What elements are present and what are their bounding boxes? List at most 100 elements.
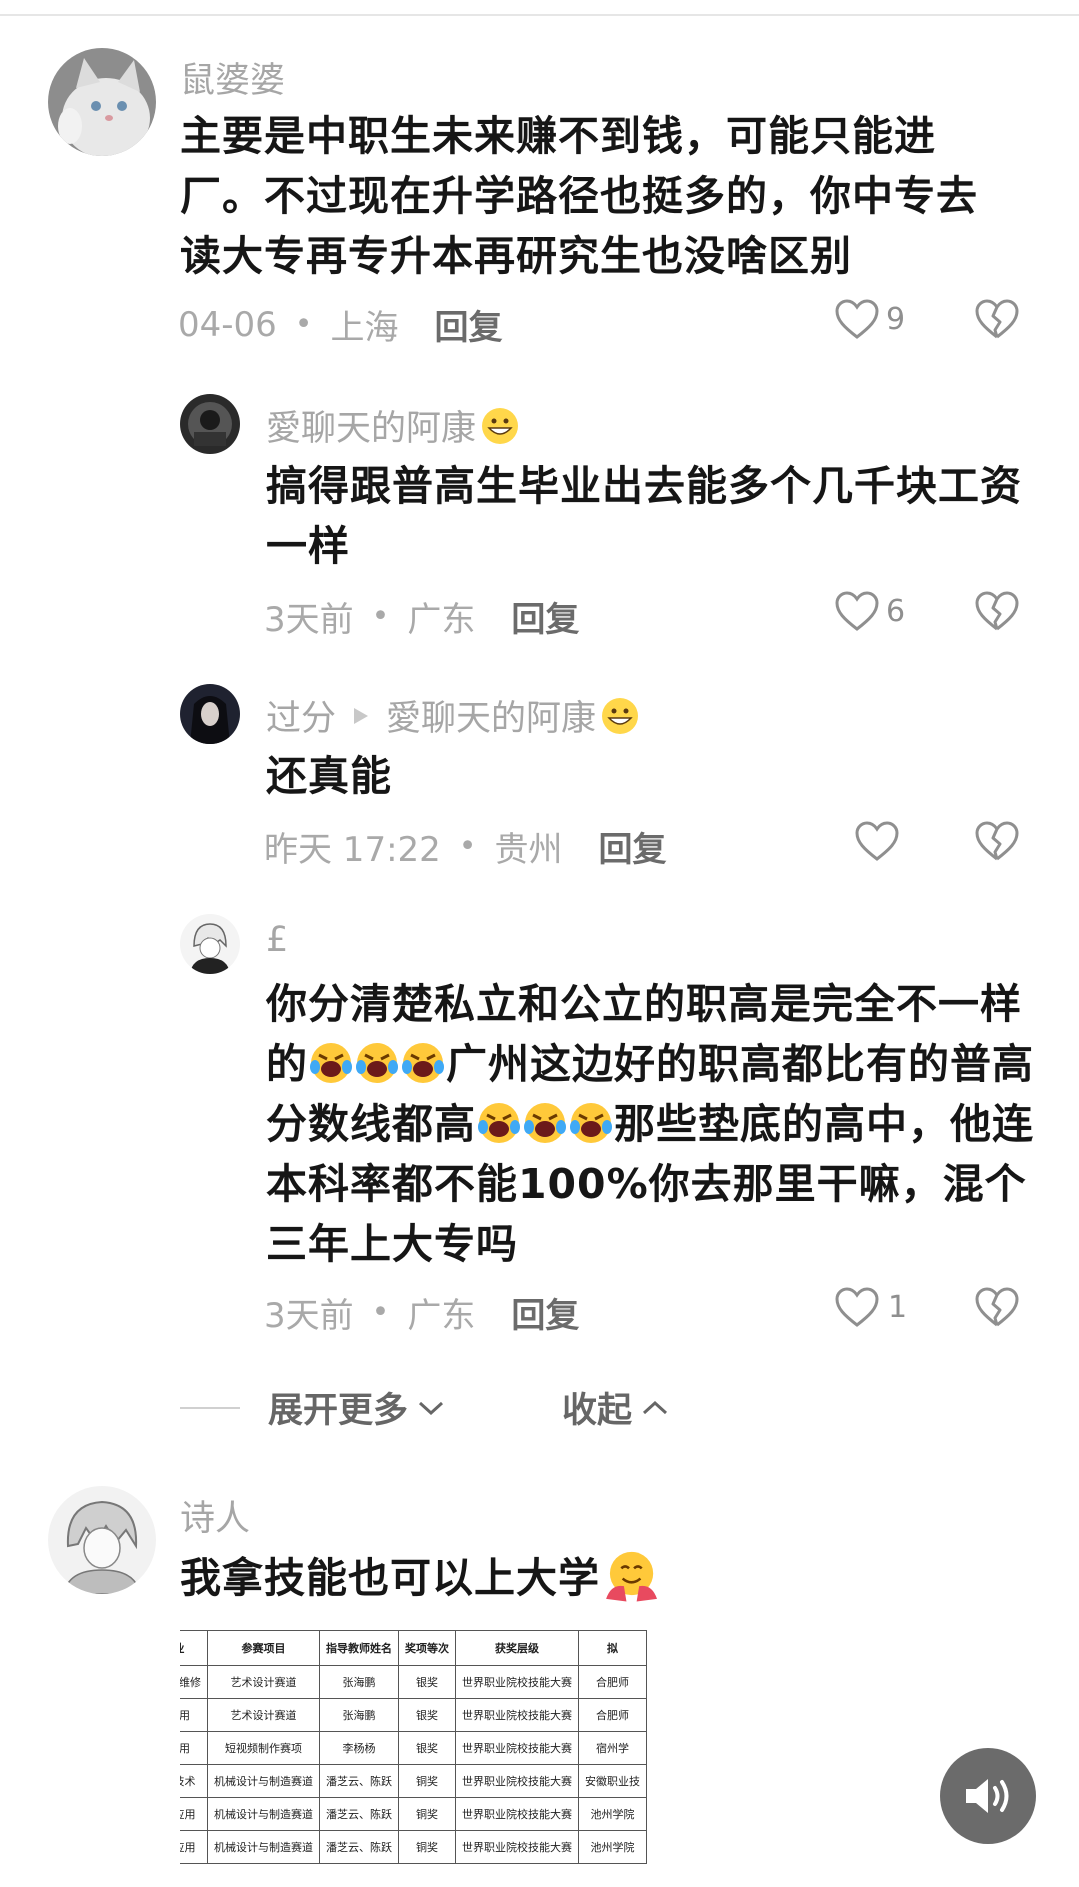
expand-divider (180, 1406, 240, 1409)
table-cell: 世界职业院校技能大赛 (455, 1764, 579, 1798)
comment-meta: 昨天 17:22 • 贵州 回复 (264, 822, 667, 871)
reply-arrow-icon (354, 707, 369, 724)
avatar-sketch[interactable] (180, 914, 240, 974)
reply-button[interactable]: 回复 (511, 592, 579, 641)
table-cell: 机械设计与制造赛道 (207, 1830, 320, 1864)
table-cell: 铜奖 (398, 1797, 456, 1831)
grin-emoji-icon (602, 697, 639, 734)
table-cell: 铜奖 (398, 1764, 456, 1798)
reply-button[interactable]: 回复 (435, 300, 503, 349)
table-cell: 术应用 (180, 1830, 208, 1864)
table-cell: 世界职业院校技能大赛 (455, 1731, 579, 1765)
comment-location: 上海 (330, 308, 399, 348)
like-button[interactable] (854, 820, 900, 862)
table-cell: 合肥师 (578, 1665, 647, 1699)
comment-text: 主要是中职生未来赚不到钱，可能只能进厂。不过现在升学路径也挺多的，你中专去读大专… (180, 112, 978, 280)
table-row: 用与维修艺术设计赛道张海鹏银奖世界职业院校技能大赛合肥师 (180, 1665, 647, 1699)
comment-meta: 3天前 • 广东 回复 (264, 592, 579, 641)
heart-icon (835, 1287, 879, 1327)
comment-location: 广东 (407, 600, 476, 640)
top-divider (0, 14, 1079, 16)
heart-icon (835, 591, 879, 631)
dislike-button[interactable] (974, 590, 1020, 632)
broken-heart-icon (975, 299, 1019, 339)
table-cell: 银奖 (398, 1731, 456, 1765)
reply-target-username[interactable]: 愛聊天的阿康 (386, 690, 596, 741)
table-cell: 用与维修 (180, 1665, 208, 1699)
chevron-down-icon (419, 1401, 444, 1415)
table-cell: 短视频制作赛项 (207, 1731, 320, 1765)
table-cell: 宿州学 (578, 1731, 647, 1765)
comment-location: 广东 (407, 1296, 476, 1336)
like-button[interactable]: 1 (834, 1286, 907, 1328)
comment-username[interactable]: 诗人 (180, 1490, 250, 1541)
table-cell: 世界职业院校技能大赛 (455, 1830, 579, 1864)
tears-of-joy-emoji-icon (478, 1103, 520, 1143)
speaker-icon (966, 1779, 1009, 1813)
table-cell: 张海鹏 (319, 1665, 399, 1699)
avatar-cat[interactable] (48, 48, 156, 156)
table-cell: 应用 (180, 1731, 208, 1765)
table-row: 术应用机械设计与制造赛道潘芝云、陈跃铜奖世界职业院校技能大赛池州学院 (180, 1797, 647, 1831)
table-cell: 艺术设计赛道 (207, 1698, 320, 1732)
table-cell: 铜奖 (398, 1830, 456, 1864)
table-cell: 潘芝云、陈跃 (319, 1830, 399, 1864)
comment-meta: 3天前 • 广东 回复 (264, 1288, 579, 1337)
chevron-up-icon (643, 1400, 668, 1414)
reply-button[interactable]: 回复 (511, 1288, 579, 1337)
like-button[interactable]: 9 (834, 298, 905, 340)
comment-text: 我拿技能也可以上大学 (180, 1548, 1000, 1608)
tears-of-joy-emoji-icon (570, 1103, 612, 1143)
comment-text: 还真能 (266, 752, 392, 800)
table-cell: 机械设计与制造赛道 (207, 1764, 320, 1798)
heart-icon (835, 299, 879, 339)
broken-heart-icon (975, 1287, 1019, 1327)
broken-heart-icon (975, 821, 1019, 861)
like-button[interactable]: 6 (834, 590, 905, 632)
table-cell: 潘芝云、陈跃 (319, 1797, 399, 1831)
table-row: 应用艺术设计赛道张海鹏银奖世界职业院校技能大赛合肥师 (180, 1698, 647, 1732)
comment-username: 愛聊天的阿康 (266, 400, 520, 451)
hugging-face-emoji-icon (606, 1551, 657, 1602)
comment-date: 昨天 17:22 (264, 830, 441, 870)
comment-text: 你分清楚私立和公立的职高是完全不一样的 广州这边好的职高都比有的普高分数线都高 那些… (266, 980, 1034, 1268)
award-table-image[interactable]: 业 参赛项目 指导教师姓名 奖项等次 获奖层级 拟 用与维修艺术设计赛道张海鹏银… (180, 1630, 674, 1887)
comment-username[interactable]: £ (266, 920, 288, 960)
dislike-button[interactable] (974, 298, 1020, 340)
table-row: 造技术机械设计与制造赛道潘芝云、陈跃铜奖世界职业院校技能大赛安徽职业技 (180, 1764, 647, 1798)
avatar-anime[interactable] (180, 684, 240, 744)
avatar-sketch-boy[interactable] (48, 1486, 156, 1594)
table-header-row: 业 参赛项目 指导教师姓名 奖项等次 获奖层级 拟 (180, 1630, 647, 1666)
table-cell: 池州学院 (578, 1797, 647, 1831)
sound-toggle-button[interactable] (940, 1748, 1036, 1844)
comment-username[interactable]: 鼠婆婆 (180, 52, 285, 103)
grin-emoji-icon (482, 407, 519, 444)
table-cell: 银奖 (398, 1665, 456, 1699)
tears-of-joy-emoji-icon (524, 1103, 566, 1143)
like-count: 9 (886, 301, 906, 337)
table-cell: 潘芝云、陈跃 (319, 1764, 399, 1798)
expand-replies-row: 展开更多 (180, 1382, 446, 1433)
comment-username: 过分 愛聊天的阿康 (266, 690, 640, 741)
collapse-button[interactable]: 收起 (562, 1382, 670, 1433)
comment-date: 3天前 (264, 1296, 354, 1336)
table-cell: 世界职业院校技能大赛 (455, 1665, 579, 1699)
like-count: 1 (888, 1289, 908, 1325)
award-table: 业 参赛项目 指导教师姓名 奖项等次 获奖层级 拟 用与维修艺术设计赛道张海鹏银… (180, 1630, 647, 1864)
dislike-button[interactable] (974, 1286, 1020, 1328)
like-count: 6 (886, 593, 906, 629)
table-cell: 艺术设计赛道 (207, 1665, 320, 1699)
comment-date: 3天前 (264, 600, 354, 640)
heart-icon (855, 821, 899, 861)
table-cell: 张海鹏 (319, 1698, 399, 1732)
table-row: 应用短视频制作赛项李杨杨银奖世界职业院校技能大赛宿州学 (180, 1731, 647, 1765)
table-cell: 安徽职业技 (578, 1764, 647, 1798)
expand-more-button[interactable]: 展开更多 (268, 1382, 446, 1433)
table-cell: 造技术 (180, 1764, 208, 1798)
dislike-button[interactable] (974, 820, 1020, 862)
table-row: 术应用机械设计与制造赛道潘芝云、陈跃铜奖世界职业院校技能大赛池州学院 (180, 1830, 647, 1864)
comment-meta: 04-06 • 上海 回复 (178, 300, 503, 349)
broken-heart-icon (975, 591, 1019, 631)
reply-button[interactable]: 回复 (599, 822, 667, 871)
avatar-dark[interactable] (180, 394, 240, 454)
